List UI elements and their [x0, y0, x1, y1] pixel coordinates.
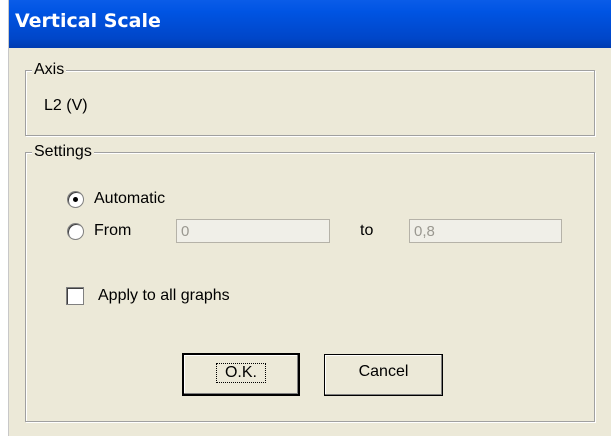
from-value-field[interactable]: 0	[176, 219, 330, 243]
ok-button[interactable]: O.K.	[182, 353, 300, 396]
dialog-client-area: Axis L2 (V) Settings Automatic From 0 to…	[9, 48, 611, 436]
axis-value: L2 (V)	[44, 97, 88, 114]
radio-automatic-indicator[interactable]	[67, 190, 84, 208]
title-bar[interactable]: Vertical Scale	[9, 0, 611, 48]
apply-to-all-graphs-label[interactable]: Apply to all graphs	[98, 287, 230, 305]
radio-automatic[interactable]: Automatic	[67, 190, 165, 208]
cancel-button[interactable]: Cancel	[324, 354, 443, 396]
apply-to-all-graphs-box[interactable]	[66, 287, 84, 305]
radio-from-indicator[interactable]	[67, 222, 84, 240]
vertical-scale-dialog: Vertical Scale Axis L2 (V) Settings Auto…	[0, 0, 611, 436]
settings-group-legend: Settings	[32, 143, 94, 161]
radio-from-label[interactable]: From	[94, 222, 131, 240]
dialog-title: Vertical Scale	[15, 10, 161, 32]
to-value-field[interactable]: 0,8	[409, 219, 562, 243]
radio-automatic-label[interactable]: Automatic	[94, 190, 165, 208]
axis-group-legend: Axis	[32, 61, 67, 79]
radio-from[interactable]: From	[67, 222, 131, 240]
radio-selected-dot	[73, 196, 78, 202]
to-label: to	[360, 222, 374, 239]
cancel-button-label: Cancel	[358, 363, 409, 380]
settings-groupbox: Settings Automatic From 0 to 0,8 Apply t…	[25, 143, 595, 422]
axis-groupbox: Axis L2 (V)	[25, 61, 595, 136]
ok-button-label: O.K.	[215, 363, 266, 383]
apply-to-all-graphs-checkbox[interactable]: Apply to all graphs	[66, 287, 230, 305]
